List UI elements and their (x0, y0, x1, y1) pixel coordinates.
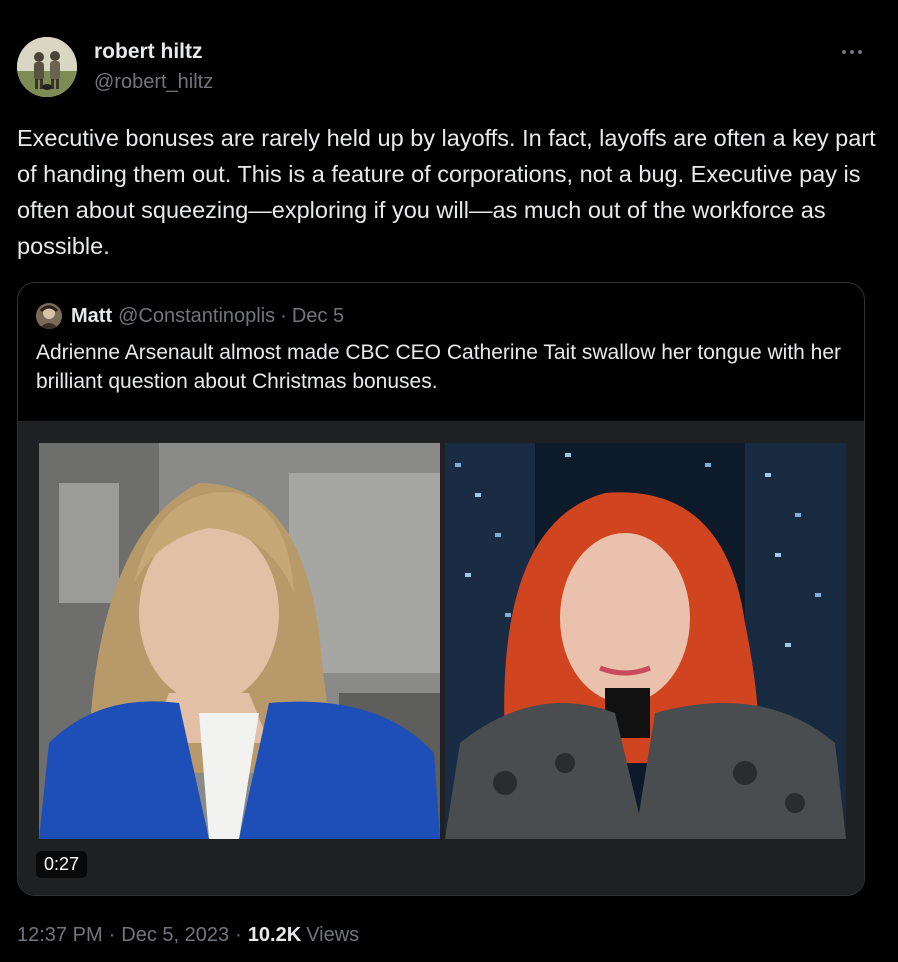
quoted-separator: · (280, 304, 287, 327)
tweet-text: Executive bonuses are rarely held up by … (17, 125, 876, 259)
guest-video-still (445, 443, 846, 839)
meta-separator-1: · (108, 924, 116, 946)
tweet-time[interactable]: 12:37 PM (17, 924, 103, 947)
video-duration-badge: 0:27 (36, 851, 88, 878)
meta-separator-2: · (235, 924, 242, 946)
more-options-button[interactable] (834, 38, 870, 66)
more-horizontal-icon (842, 50, 862, 54)
author-handle[interactable]: @robert_hiltz (94, 71, 213, 94)
tweet-date[interactable]: Dec 5, 2023 (121, 924, 229, 947)
tweet: robert hiltz @robert_hiltz Executive bon… (0, 0, 898, 962)
quoted-text: Adrienne Arsenault almost made CBC CEO C… (36, 341, 842, 393)
video-frame-right (445, 443, 846, 839)
quoted-avatar[interactable] (36, 303, 62, 329)
quoted-display-name[interactable]: Matt (71, 305, 112, 328)
interviewer-video-still (39, 443, 440, 839)
quoted-avatar-image (36, 303, 62, 329)
author-avatar[interactable] (17, 37, 77, 97)
quoted-tweet-header: Matt @Constantinoplis · Dec 5 (36, 302, 344, 330)
video-player[interactable]: 0:27 (18, 421, 864, 895)
quoted-date[interactable]: Dec 5 (292, 305, 344, 328)
views-label: Views (306, 924, 360, 946)
video-frame-left (39, 443, 440, 839)
views-count[interactable]: 10.2K (248, 924, 301, 947)
avatar-image (17, 37, 77, 97)
author-display-name[interactable]: robert hiltz (94, 40, 203, 64)
quoted-tweet[interactable]: Matt @Constantinoplis · Dec 5 Adrienne A… (17, 282, 865, 896)
quoted-handle[interactable]: @Constantinoplis (118, 305, 275, 328)
tweet-meta: 12:37 PM · Dec 5, 2023 · 10.2K Views (17, 924, 359, 947)
